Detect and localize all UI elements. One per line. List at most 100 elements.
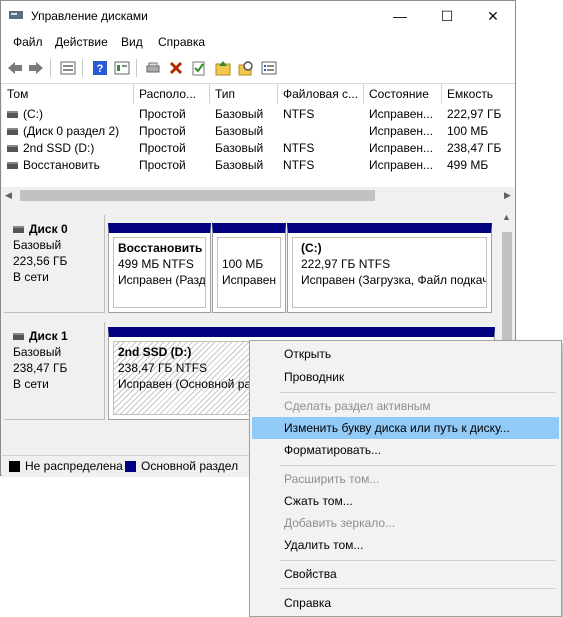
context-menu: Открыть Проводник Сделать раздел активны…	[249, 340, 562, 617]
column-header-type[interactable]: Тип	[210, 84, 278, 104]
disk-list-icon[interactable]	[59, 59, 77, 77]
legend-swatch-primary	[125, 461, 136, 472]
close-button[interactable]: ✕	[470, 1, 516, 31]
column-header-capacity[interactable]: Емкость	[442, 84, 515, 104]
disk-icon	[13, 333, 24, 341]
disk-name: Диск 1	[13, 328, 104, 344]
filesystem-cell	[278, 123, 364, 140]
partition-status: Исправен (Загрузка, Файл подкачк	[301, 273, 487, 287]
disk-1-label[interactable]: Диск 1 Базовый 238,47 ГБ В сети	[4, 322, 105, 420]
table-row[interactable]: (C:) Простой Базовый NTFS Исправен... 22…	[2, 106, 515, 123]
scroll-left-icon[interactable]: ◀	[5, 190, 12, 201]
status-cell: Исправен...	[369, 107, 434, 121]
partition-name: Восстановить	[118, 241, 203, 255]
scroll-up-icon[interactable]: ▲	[502, 212, 511, 222]
check-icon[interactable]	[190, 59, 208, 77]
column-header-volume[interactable]: Том	[2, 84, 134, 104]
type-cell: Базовый	[215, 107, 264, 121]
layout-cell: Простой	[139, 124, 186, 138]
partition-size: 222,97 ГБ NTFS	[301, 257, 391, 271]
volume-name-cell: (Диск 0 раздел 2)	[2, 123, 134, 140]
menu-item-extend-volume[interactable]: Расширить том...	[252, 468, 559, 490]
table-row[interactable]: (Диск 0 раздел 2) Простой Базовый Исправ…	[2, 123, 515, 140]
partition-c[interactable]: (C:) 222,97 ГБ NTFS Исправен (Загрузка, …	[287, 223, 492, 313]
column-header-status[interactable]: Состояние	[364, 84, 442, 104]
title-bar[interactable]: Управление дисками — ☐ ✕	[1, 1, 515, 31]
table-row[interactable]: 2nd SSD (D:) Простой Базовый NTFS Исправ…	[2, 140, 515, 157]
scroll-right-icon[interactable]: ▶	[504, 190, 511, 201]
menu-item-explorer[interactable]: Проводник	[252, 366, 559, 388]
legend-label-primary: Основной раздел	[141, 459, 239, 473]
status-cell: Исправен...	[369, 124, 434, 138]
menu-item-mark-active[interactable]: Сделать раздел активным	[252, 395, 559, 417]
type-cell: Базовый	[215, 158, 264, 172]
capacity-cell: 222,97 ГБ	[447, 107, 502, 121]
toolbar-separator	[50, 59, 51, 77]
minimize-button[interactable]: —	[377, 1, 423, 31]
back-arrow-icon[interactable]	[6, 59, 24, 77]
menu-item-shrink-volume[interactable]: Сжать том...	[252, 490, 559, 512]
menu-file[interactable]: Файл	[13, 35, 43, 49]
menu-help[interactable]: Справка	[158, 35, 205, 49]
partition-size: 499 МБ NTFS	[118, 257, 194, 271]
drive-icon	[7, 128, 18, 136]
menu-item-delete-volume[interactable]: Удалить том...	[252, 534, 559, 556]
menu-view[interactable]: Вид	[121, 35, 143, 49]
disk-0-label[interactable]: Диск 0 Базовый 223,56 ГБ В сети	[4, 215, 105, 313]
column-header-layout[interactable]: Располо...	[134, 84, 210, 104]
filesystem-cell: NTFS	[283, 107, 315, 121]
legend-swatch-unallocated	[9, 461, 20, 472]
filesystem-cell: NTFS	[283, 158, 315, 172]
partition-disk0-2[interactable]: 100 МБ Исправен (	[212, 223, 286, 313]
disk-name: Диск 0	[13, 221, 104, 237]
maximize-button[interactable]: ☐	[424, 1, 470, 31]
settings-list-icon[interactable]	[260, 59, 278, 77]
menu-item-properties[interactable]: Свойства	[252, 563, 559, 585]
menu-item-format[interactable]: Форматировать...	[252, 439, 559, 461]
table-row[interactable]: Восстановить Простой Базовый NTFS Исправ…	[2, 157, 515, 174]
volume-name-cell: (C:)	[2, 106, 134, 123]
svg-text:?: ?	[97, 63, 104, 75]
partition-status: Исправен (	[222, 273, 281, 287]
layout-cell: Простой	[139, 107, 186, 121]
delete-icon[interactable]	[167, 59, 185, 77]
drive-icon	[7, 145, 18, 153]
menu-item-help[interactable]: Справка	[252, 592, 559, 614]
window-title: Управление дисками	[31, 9, 148, 23]
volume-name-cell: 2nd SSD (D:)	[2, 140, 134, 157]
legend-label-unallocated: Не распределена	[25, 459, 123, 473]
column-header-filesystem[interactable]: Файловая с...	[278, 84, 364, 104]
partition-size: 100 МБ	[222, 257, 264, 271]
connect-icon[interactable]	[145, 59, 163, 77]
status-cell: Исправен...	[369, 158, 434, 172]
partition-name: (C:)	[301, 241, 322, 255]
help-icon[interactable]: ?	[91, 59, 109, 77]
menu-action[interactable]: Действие	[55, 35, 108, 49]
capacity-cell: 100 МБ	[447, 124, 489, 138]
menu-bar: Файл Действие Вид Справка	[1, 31, 515, 53]
toolbar-separator	[136, 59, 137, 77]
menu-item-change-drive-letter[interactable]: Изменить букву диска или путь к диску...	[252, 417, 559, 439]
filesystem-cell: NTFS	[283, 141, 315, 155]
partition-recovery[interactable]: Восстановить 499 МБ NTFS Исправен (Разд	[108, 223, 211, 313]
layout-cell: Простой	[139, 141, 186, 155]
partition-name	[222, 240, 276, 256]
forward-arrow-icon[interactable]	[27, 59, 45, 77]
search-folder-icon[interactable]	[237, 59, 255, 77]
menu-item-add-mirror[interactable]: Добавить зеркало...	[252, 512, 559, 534]
scroll-thumb[interactable]	[20, 190, 375, 201]
capacity-cell: 499 МБ	[447, 158, 489, 172]
horizontal-scrollbar[interactable]: ◀ ▶	[2, 187, 515, 204]
drive-icon	[7, 111, 18, 119]
partition-status: Исправен (Разд	[118, 273, 206, 287]
properties-icon[interactable]	[113, 59, 131, 77]
type-cell: Базовый	[215, 124, 264, 138]
disk-status: В сети	[13, 377, 49, 391]
type-cell: Базовый	[215, 141, 264, 155]
drive-icon	[7, 162, 18, 170]
menu-item-open[interactable]: Открыть	[252, 343, 559, 365]
disk-type: Базовый	[13, 238, 62, 252]
folder-up-icon[interactable]	[214, 59, 232, 77]
menu-separator	[280, 392, 556, 393]
disk-size: 238,47 ГБ	[13, 361, 68, 375]
